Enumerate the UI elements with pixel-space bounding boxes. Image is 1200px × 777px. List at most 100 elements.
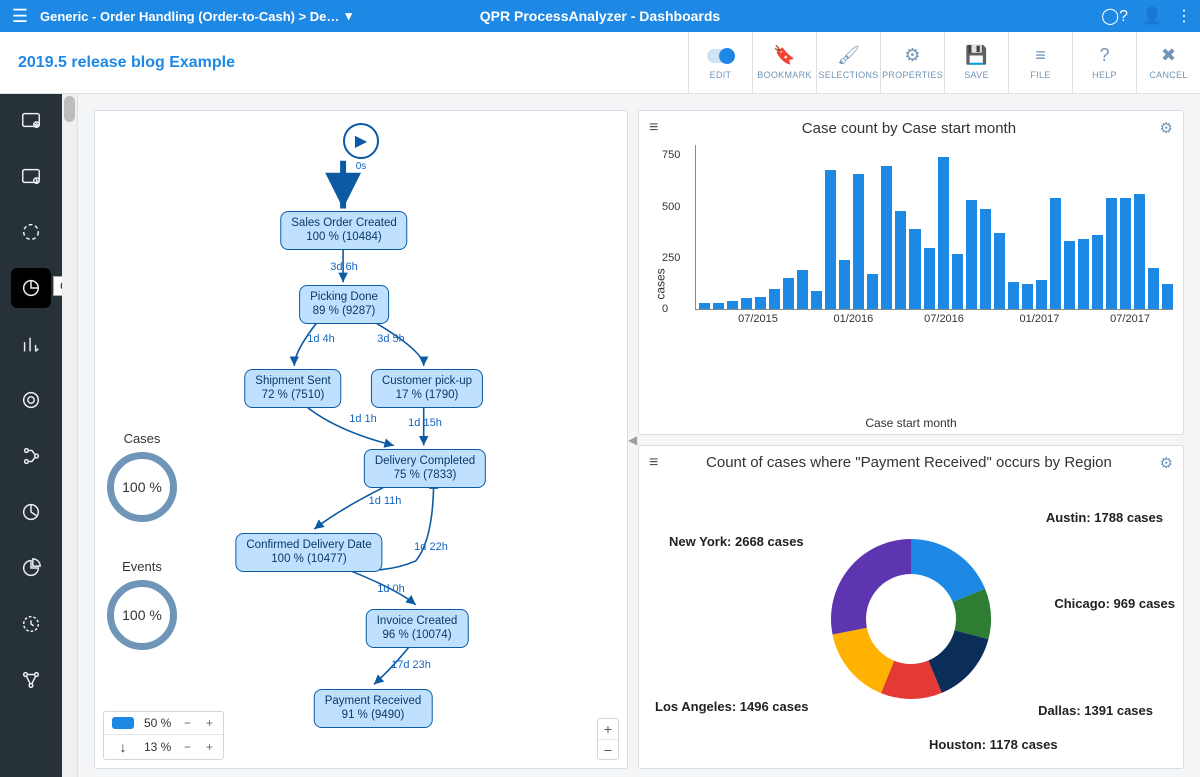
- panel-menu-icon[interactable]: ≡: [649, 454, 658, 472]
- bar[interactable]: [909, 229, 920, 309]
- bar[interactable]: [980, 209, 991, 309]
- rail-item-flow[interactable]: [17, 442, 45, 470]
- legend-row: ↓ 13 % − +: [104, 734, 223, 759]
- bar[interactable]: [741, 298, 752, 309]
- bar[interactable]: [994, 233, 1005, 309]
- bar[interactable]: [938, 157, 949, 309]
- bar[interactable]: [1078, 239, 1089, 309]
- rail-item-bars[interactable]: [17, 330, 45, 358]
- donut-label: Chicago: 969 cases: [1054, 596, 1175, 611]
- bar[interactable]: [699, 303, 710, 309]
- edge-label: 1d 1h: [349, 413, 377, 425]
- donut-slice-new-york[interactable]: [831, 539, 911, 635]
- bar[interactable]: [713, 303, 724, 309]
- properties-button[interactable]: ⚙PROPERTIES: [880, 32, 944, 93]
- bar[interactable]: [895, 211, 906, 309]
- bar[interactable]: [727, 301, 738, 309]
- donut-slice-austin[interactable]: [911, 539, 985, 602]
- bar[interactable]: [881, 166, 892, 310]
- bar[interactable]: [1022, 284, 1033, 309]
- bar[interactable]: [797, 270, 808, 309]
- save-button[interactable]: 💾SAVE: [944, 32, 1008, 93]
- bar[interactable]: [825, 170, 836, 309]
- bar[interactable]: [867, 274, 878, 309]
- bar[interactable]: [952, 254, 963, 309]
- close-icon: ✖: [1161, 46, 1176, 66]
- help-icon[interactable]: ◯?: [1101, 6, 1128, 26]
- menu-icon[interactable]: ☰: [8, 6, 32, 27]
- bar[interactable]: [783, 278, 794, 309]
- flow-node-payment[interactable]: Payment Received91 % (9490): [314, 689, 433, 728]
- plus-button[interactable]: +: [203, 740, 215, 754]
- flow-node-pickup[interactable]: Customer pick-up17 % (1790): [371, 369, 483, 408]
- kebab-icon[interactable]: ⋮: [1176, 6, 1192, 26]
- metric-events: Events 100 %: [107, 559, 177, 650]
- metric-cases: Cases 100 %: [107, 431, 177, 522]
- rail-item-chartview[interactable]: ChartView: [17, 274, 45, 302]
- bar[interactable]: [1092, 235, 1103, 309]
- rail-item-pie1[interactable]: [17, 498, 45, 526]
- bar[interactable]: [1162, 284, 1173, 309]
- zoom-in-button[interactable]: +: [598, 719, 618, 739]
- rail-item-clock[interactable]: [17, 610, 45, 638]
- gear-icon[interactable]: ⚙: [1160, 454, 1173, 472]
- bookmark-button[interactable]: 🔖BOOKMARK: [752, 32, 816, 93]
- flow-legend: 50 % − + ↓ 13 % − +: [103, 711, 224, 760]
- breadcrumb[interactable]: Generic - Order Handling (Order-to-Cash)…: [40, 8, 352, 24]
- bar[interactable]: [811, 291, 822, 309]
- bar[interactable]: [1064, 241, 1075, 309]
- bar[interactable]: [839, 260, 850, 309]
- edge-label: 1d 22h: [414, 541, 448, 553]
- file-button[interactable]: ≡FILE: [1008, 32, 1072, 93]
- flow-node-shipment[interactable]: Shipment Sent72 % (7510): [244, 369, 341, 408]
- gear-icon[interactable]: ⚙: [1160, 119, 1173, 137]
- zoom-out-button[interactable]: −: [598, 739, 618, 759]
- bar[interactable]: [769, 289, 780, 310]
- flow-node-confirmed[interactable]: Confirmed Delivery Date100 % (10477): [235, 533, 382, 572]
- edit-button[interactable]: EDIT: [688, 32, 752, 93]
- zoom-control: + −: [597, 718, 619, 760]
- rail-item-circle[interactable]: [17, 218, 45, 246]
- flow-node-invoice[interactable]: Invoice Created96 % (10074): [366, 609, 469, 648]
- donut-slice-los-angeles[interactable]: [833, 627, 895, 692]
- bar[interactable]: [1008, 282, 1019, 309]
- bar[interactable]: [1106, 198, 1117, 309]
- rail-item-pie2[interactable]: [17, 554, 45, 582]
- panel-menu-icon[interactable]: ≡: [649, 119, 658, 137]
- flow-node-picking[interactable]: Picking Done89 % (9287): [299, 285, 389, 324]
- bar[interactable]: [1036, 280, 1047, 309]
- minus-button[interactable]: −: [181, 716, 193, 730]
- bar[interactable]: [755, 297, 766, 309]
- rail-item-add[interactable]: [17, 106, 45, 134]
- plus-button[interactable]: +: [203, 716, 215, 730]
- bar[interactable]: [1050, 198, 1061, 309]
- flow-node-sales-order[interactable]: Sales Order Created100 % (10484): [280, 211, 407, 250]
- minus-button[interactable]: −: [181, 740, 193, 754]
- collapse-handle[interactable]: ◀: [628, 410, 638, 470]
- help-button[interactable]: ?HELP: [1072, 32, 1136, 93]
- bar[interactable]: [1134, 194, 1145, 309]
- rail-item-recent[interactable]: [17, 162, 45, 190]
- bar[interactable]: [853, 174, 864, 309]
- rail-item-network[interactable]: [17, 666, 45, 694]
- swatch-icon: [112, 717, 134, 729]
- donut-label: Dallas: 1391 cases: [1038, 703, 1153, 718]
- rail-scrollbar[interactable]: [62, 94, 78, 777]
- rail-item-donut[interactable]: [17, 386, 45, 414]
- bar-chart-panel: ≡ Case count by Case start month ⚙ cases…: [638, 110, 1184, 435]
- user-icon[interactable]: 👤: [1142, 6, 1162, 26]
- bar-chart[interactable]: cases 0250500750 07/201501/201607/201601…: [639, 141, 1183, 428]
- bar[interactable]: [966, 200, 977, 309]
- question-icon: ?: [1099, 46, 1109, 66]
- flowchart[interactable]: ▶ 0s Sales Order Created100 % (10484) Pi…: [95, 111, 627, 768]
- brush-icon: 🖌: [837, 46, 860, 66]
- selections-button[interactable]: 🖌SELECTIONS: [816, 32, 880, 93]
- cancel-button[interactable]: ✖CANCEL: [1136, 32, 1200, 93]
- bar[interactable]: [1120, 198, 1131, 309]
- bookmark-icon: 🔖: [773, 46, 795, 66]
- file-icon: ≡: [1035, 46, 1046, 66]
- flow-node-delivery[interactable]: Delivery Completed75 % (7833): [364, 449, 486, 488]
- bar[interactable]: [924, 248, 935, 310]
- donut-chart[interactable]: Austin: 1788 casesChicago: 969 casesDall…: [639, 476, 1183, 763]
- bar[interactable]: [1148, 268, 1159, 309]
